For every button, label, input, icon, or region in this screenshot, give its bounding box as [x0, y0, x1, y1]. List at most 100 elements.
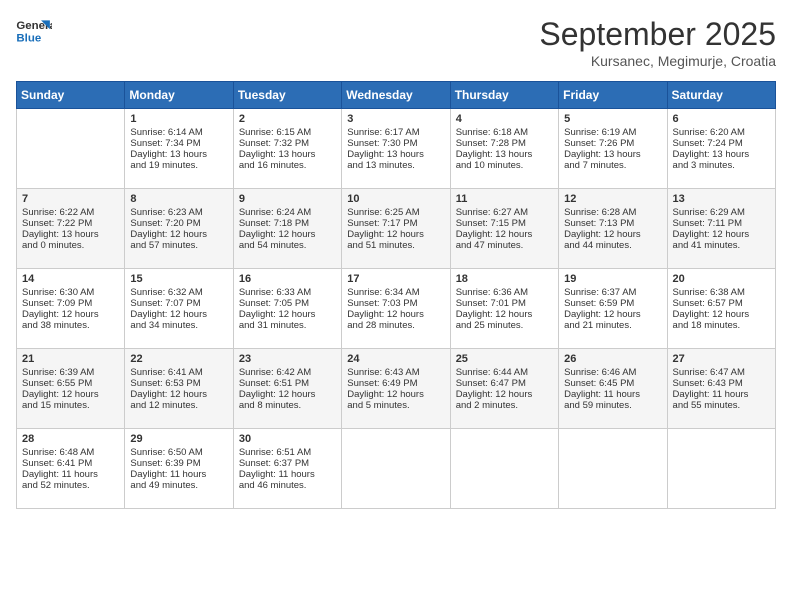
calendar-cell: 15Sunrise: 6:32 AMSunset: 7:07 PMDayligh…	[125, 269, 233, 349]
day-number: 15	[130, 273, 227, 285]
day-info-line: Sunset: 7:17 PM	[347, 218, 444, 229]
day-number: 26	[564, 353, 661, 365]
logo: General Blue	[16, 16, 52, 46]
calendar-table: SundayMondayTuesdayWednesdayThursdayFrid…	[16, 81, 776, 509]
day-info-line: Sunrise: 6:22 AM	[22, 207, 119, 218]
day-info-line: Sunset: 6:59 PM	[564, 298, 661, 309]
day-info-line: Sunrise: 6:25 AM	[347, 207, 444, 218]
day-number: 19	[564, 273, 661, 285]
day-info-line: Sunset: 7:09 PM	[22, 298, 119, 309]
day-info-line: and 31 minutes.	[239, 320, 336, 331]
logo-icon: General Blue	[16, 16, 52, 46]
calendar-cell: 3Sunrise: 6:17 AMSunset: 7:30 PMDaylight…	[342, 109, 450, 189]
col-header-monday: Monday	[125, 82, 233, 109]
day-info-line: Sunrise: 6:43 AM	[347, 367, 444, 378]
day-number: 5	[564, 113, 661, 125]
day-info-line: Sunset: 7:03 PM	[347, 298, 444, 309]
day-info-line: Daylight: 12 hours	[564, 309, 661, 320]
calendar-cell: 4Sunrise: 6:18 AMSunset: 7:28 PMDaylight…	[450, 109, 558, 189]
calendar-cell	[667, 429, 775, 509]
calendar-cell: 28Sunrise: 6:48 AMSunset: 6:41 PMDayligh…	[17, 429, 125, 509]
day-info-line: Sunrise: 6:33 AM	[239, 287, 336, 298]
day-info-line: Daylight: 12 hours	[456, 389, 553, 400]
day-info-line: Sunrise: 6:15 AM	[239, 127, 336, 138]
day-number: 23	[239, 353, 336, 365]
day-info-line: and 51 minutes.	[347, 240, 444, 251]
day-number: 1	[130, 113, 227, 125]
col-header-friday: Friday	[559, 82, 667, 109]
day-info-line: Sunrise: 6:34 AM	[347, 287, 444, 298]
day-info-line: and 10 minutes.	[456, 160, 553, 171]
calendar-cell: 30Sunrise: 6:51 AMSunset: 6:37 PMDayligh…	[233, 429, 341, 509]
col-header-thursday: Thursday	[450, 82, 558, 109]
calendar-cell	[17, 109, 125, 189]
calendar-cell: 13Sunrise: 6:29 AMSunset: 7:11 PMDayligh…	[667, 189, 775, 269]
calendar-cell: 27Sunrise: 6:47 AMSunset: 6:43 PMDayligh…	[667, 349, 775, 429]
day-info-line: Daylight: 11 hours	[564, 389, 661, 400]
calendar-cell	[450, 429, 558, 509]
day-number: 8	[130, 193, 227, 205]
day-info-line: and 12 minutes.	[130, 400, 227, 411]
month-title: September 2025	[539, 16, 776, 53]
day-info-line: Daylight: 13 hours	[347, 149, 444, 160]
day-info-line: and 2 minutes.	[456, 400, 553, 411]
calendar-cell: 26Sunrise: 6:46 AMSunset: 6:45 PMDayligh…	[559, 349, 667, 429]
location-subtitle: Kursanec, Megimurje, Croatia	[539, 53, 776, 69]
day-info-line: Sunset: 6:49 PM	[347, 378, 444, 389]
day-info-line: Daylight: 12 hours	[456, 229, 553, 240]
day-info-line: Sunset: 6:37 PM	[239, 458, 336, 469]
calendar-cell: 12Sunrise: 6:28 AMSunset: 7:13 PMDayligh…	[559, 189, 667, 269]
week-row-2: 7Sunrise: 6:22 AMSunset: 7:22 PMDaylight…	[17, 189, 776, 269]
col-header-sunday: Sunday	[17, 82, 125, 109]
day-info-line: Sunrise: 6:47 AM	[673, 367, 770, 378]
day-number: 22	[130, 353, 227, 365]
day-info-line: Daylight: 12 hours	[239, 309, 336, 320]
day-info-line: and 15 minutes.	[22, 400, 119, 411]
day-info-line: Sunrise: 6:38 AM	[673, 287, 770, 298]
day-info-line: and 52 minutes.	[22, 480, 119, 491]
calendar-cell	[342, 429, 450, 509]
col-header-saturday: Saturday	[667, 82, 775, 109]
day-info-line: Sunset: 7:11 PM	[673, 218, 770, 229]
day-info-line: Sunset: 7:28 PM	[456, 138, 553, 149]
calendar-cell: 11Sunrise: 6:27 AMSunset: 7:15 PMDayligh…	[450, 189, 558, 269]
day-info-line: Daylight: 12 hours	[347, 229, 444, 240]
day-info-line: Sunrise: 6:48 AM	[22, 447, 119, 458]
day-number: 10	[347, 193, 444, 205]
day-info-line: Daylight: 12 hours	[22, 309, 119, 320]
day-info-line: Sunrise: 6:30 AM	[22, 287, 119, 298]
day-info-line: Daylight: 13 hours	[130, 149, 227, 160]
col-header-tuesday: Tuesday	[233, 82, 341, 109]
col-header-wednesday: Wednesday	[342, 82, 450, 109]
day-info-line: Daylight: 12 hours	[673, 229, 770, 240]
day-info-line: Sunrise: 6:51 AM	[239, 447, 336, 458]
week-row-1: 1Sunrise: 6:14 AMSunset: 7:34 PMDaylight…	[17, 109, 776, 189]
day-info-line: and 16 minutes.	[239, 160, 336, 171]
day-info-line: Sunset: 7:13 PM	[564, 218, 661, 229]
day-info-line: and 19 minutes.	[130, 160, 227, 171]
day-number: 16	[239, 273, 336, 285]
day-info-line: and 25 minutes.	[456, 320, 553, 331]
calendar-cell: 9Sunrise: 6:24 AMSunset: 7:18 PMDaylight…	[233, 189, 341, 269]
day-info-line: Sunset: 7:18 PM	[239, 218, 336, 229]
day-info-line: Daylight: 12 hours	[347, 309, 444, 320]
day-info-line: Daylight: 12 hours	[456, 309, 553, 320]
day-info-line: and 57 minutes.	[130, 240, 227, 251]
day-number: 18	[456, 273, 553, 285]
day-info-line: Sunset: 7:34 PM	[130, 138, 227, 149]
svg-text:Blue: Blue	[16, 33, 41, 45]
day-number: 24	[347, 353, 444, 365]
day-info-line: Daylight: 11 hours	[22, 469, 119, 480]
title-block: September 2025 Kursanec, Megimurje, Croa…	[539, 16, 776, 69]
day-info-line: Sunset: 6:47 PM	[456, 378, 553, 389]
day-info-line: Daylight: 12 hours	[239, 389, 336, 400]
day-number: 13	[673, 193, 770, 205]
calendar-cell: 14Sunrise: 6:30 AMSunset: 7:09 PMDayligh…	[17, 269, 125, 349]
day-number: 12	[564, 193, 661, 205]
day-info-line: and 28 minutes.	[347, 320, 444, 331]
day-info-line: Sunrise: 6:44 AM	[456, 367, 553, 378]
day-number: 29	[130, 433, 227, 445]
calendar-cell: 21Sunrise: 6:39 AMSunset: 6:55 PMDayligh…	[17, 349, 125, 429]
day-info-line: Daylight: 11 hours	[239, 469, 336, 480]
day-info-line: Sunset: 7:30 PM	[347, 138, 444, 149]
